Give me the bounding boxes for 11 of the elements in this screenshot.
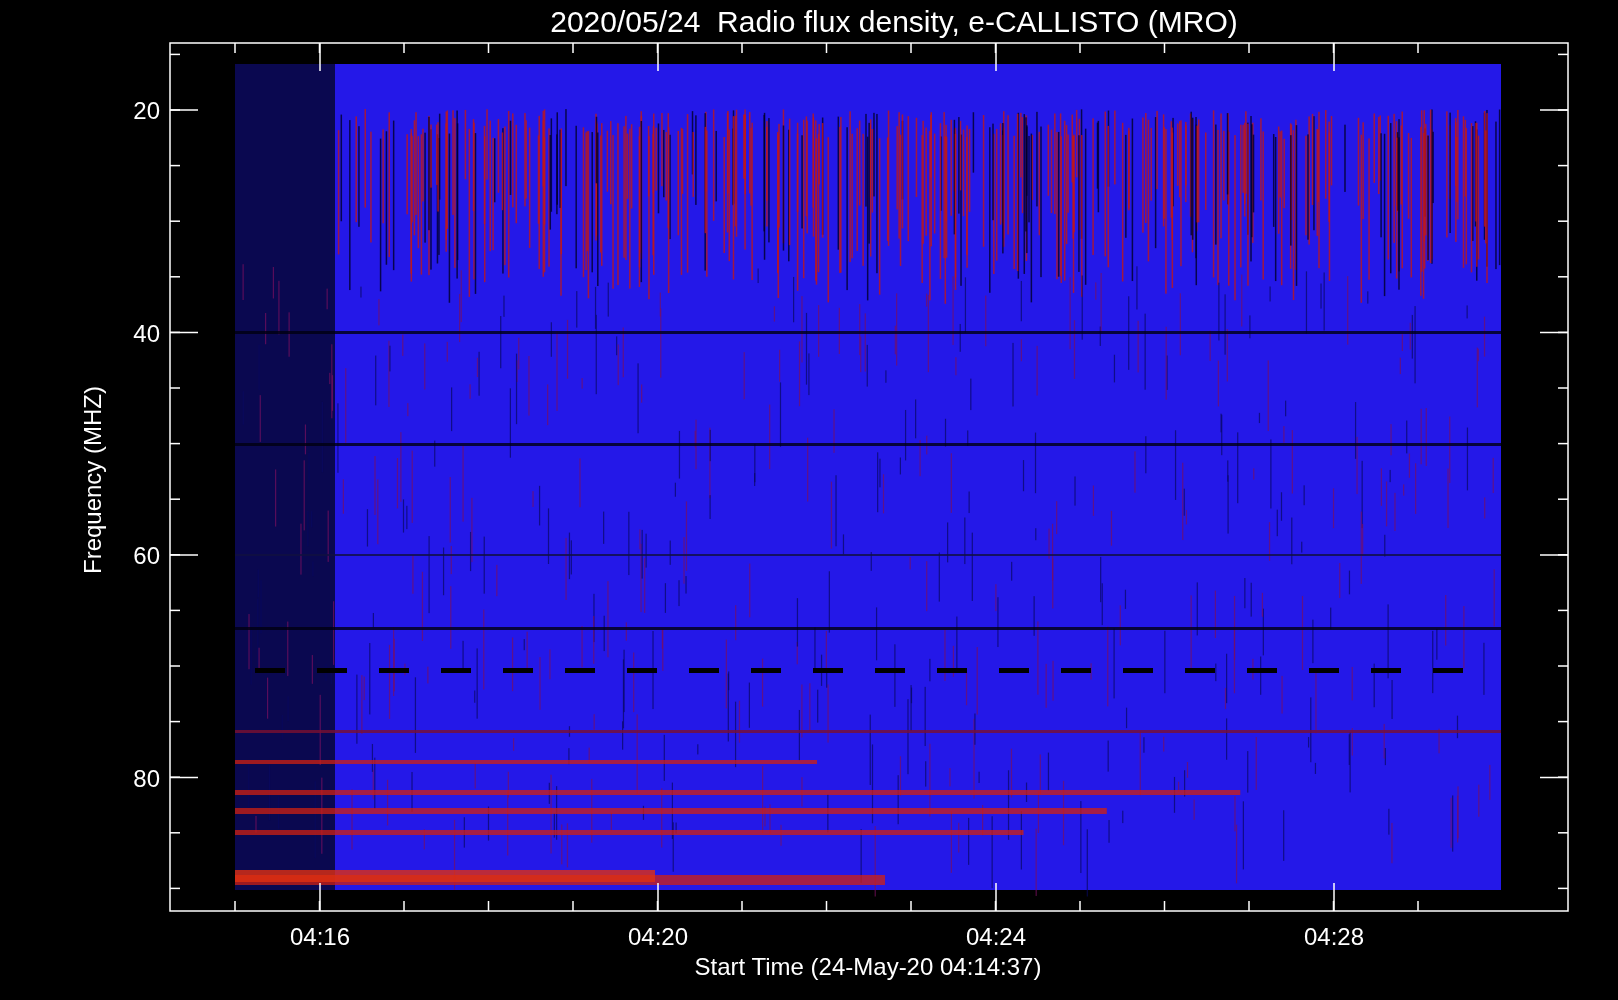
x-axis-label: Start Time (24-May-20 04:14:37) — [694, 953, 1042, 980]
y-tick-label: 20 — [133, 97, 160, 124]
x-tick-label: 04:24 — [965, 923, 1027, 950]
chart-title: 2020/05/24 Radio flux density, e-CALLISTO (MRO) — [550, 5, 1238, 38]
x-tick-label: 04:28 — [1303, 923, 1365, 950]
x-tick-label: 04:16 — [289, 923, 351, 950]
y-axis-label: Frequency (MHZ) — [79, 386, 106, 574]
x-tick-label: 04:20 — [627, 923, 689, 950]
y-tick-label: 60 — [133, 542, 160, 569]
y-tick-label: 40 — [133, 319, 160, 347]
y-tick-label: 80 — [133, 764, 160, 792]
